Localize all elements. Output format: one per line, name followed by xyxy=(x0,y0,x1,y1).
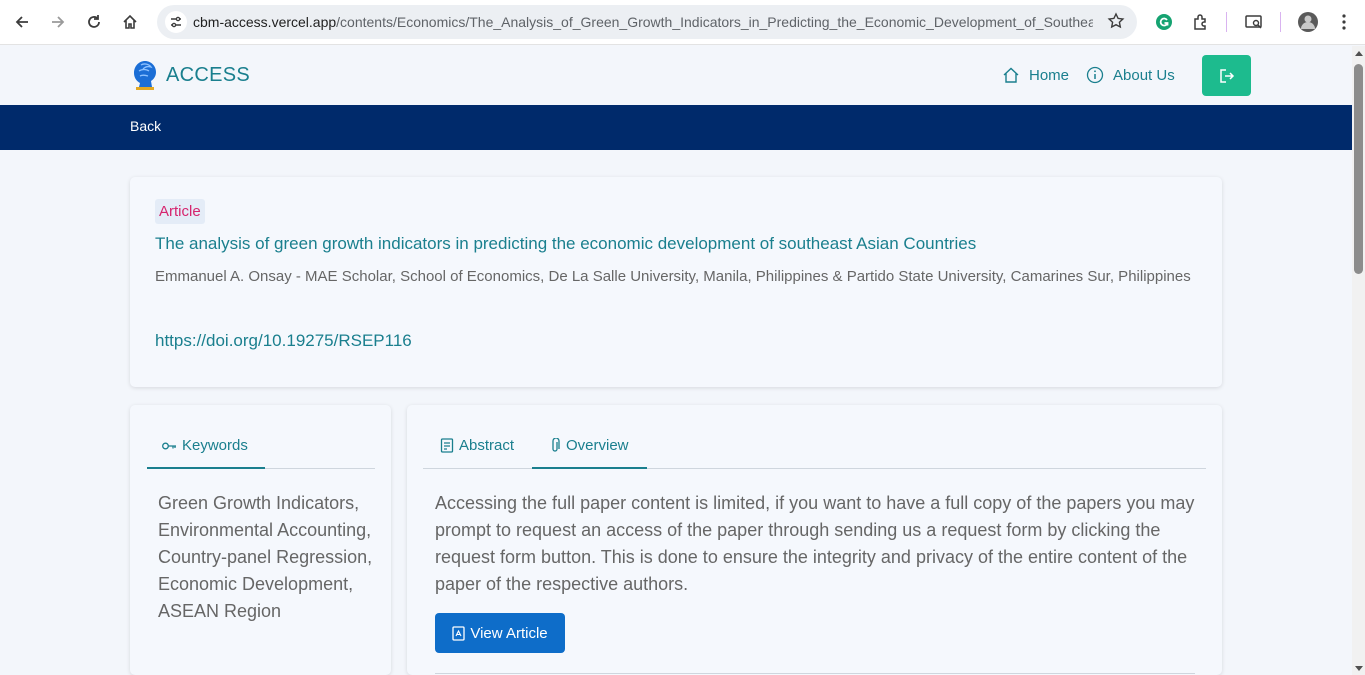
logout-button[interactable] xyxy=(1202,55,1251,96)
url-domain: cbm-access.vercel.app xyxy=(193,14,337,30)
home-icon[interactable] xyxy=(116,8,144,36)
tab-abstract[interactable]: Abstract xyxy=(440,437,514,454)
tab-keywords-label: Keywords xyxy=(182,437,248,454)
cast-icon[interactable] xyxy=(1242,10,1266,34)
doi-link[interactable]: https://doi.org/10.19275/RSEP116 xyxy=(155,331,412,351)
nav-about[interactable]: About Us xyxy=(1086,66,1175,84)
content-divider xyxy=(435,673,1195,674)
tab-abstract-label: Abstract xyxy=(459,437,515,454)
app-header: ACCESS Home About Us xyxy=(0,46,1352,105)
tab-overview[interactable]: Overview xyxy=(549,437,629,454)
article-title: The analysis of green growth indicators … xyxy=(155,234,977,253)
key-icon xyxy=(162,442,176,449)
browser-toolbar: cbm-access.vercel.app/contents/Economics… xyxy=(0,0,1365,45)
scroll-down-arrow-icon[interactable] xyxy=(1355,666,1363,671)
page-scrollbar[interactable] xyxy=(1352,46,1365,675)
back-bar: Back xyxy=(0,105,1352,150)
nav-home-label: Home xyxy=(1029,66,1070,84)
url-path: /contents/Economics/The_Analysis_of_Gree… xyxy=(336,14,1093,30)
tab-active-indicator xyxy=(147,467,265,469)
keywords-card: Keywords Green Growth Indicators, Enviro… xyxy=(130,405,391,675)
house-icon xyxy=(1003,67,1019,83)
tab-overview-label: Overview xyxy=(566,437,629,454)
toolbar-separator xyxy=(1226,12,1227,32)
nav-home[interactable]: Home xyxy=(1002,66,1069,84)
article-card: Article The analysis of green growth ind… xyxy=(130,177,1222,387)
menu-dots-icon[interactable] xyxy=(1332,10,1356,34)
tab-active-indicator xyxy=(532,467,647,469)
access-logo[interactable] xyxy=(131,59,159,91)
reload-icon[interactable] xyxy=(80,8,108,36)
content-card: Abstract Overview Accessing the full pap… xyxy=(407,405,1222,675)
profile-avatar[interactable] xyxy=(1296,10,1320,34)
paperclip-icon xyxy=(552,438,560,452)
toolbar-separator xyxy=(1280,12,1281,32)
view-article-label: View Article xyxy=(470,624,548,642)
star-icon[interactable] xyxy=(1107,12,1125,35)
nav-about-label: About Us xyxy=(1113,66,1175,84)
logout-icon xyxy=(1219,68,1234,83)
tab-keywords[interactable]: Keywords xyxy=(162,437,248,454)
keywords-text: Green Growth Indicators, Environmental A… xyxy=(158,493,373,621)
document-icon xyxy=(440,438,454,453)
back-link[interactable]: Back xyxy=(130,118,161,134)
back-arrow-icon[interactable] xyxy=(8,8,36,36)
grammarly-icon[interactable] xyxy=(1152,10,1176,34)
address-bar[interactable]: cbm-access.vercel.app/contents/Economics… xyxy=(157,5,1137,39)
pdf-icon xyxy=(452,625,466,641)
scroll-thumb[interactable] xyxy=(1354,64,1363,274)
info-icon xyxy=(1086,66,1104,84)
site-settings-icon[interactable] xyxy=(165,11,187,33)
forward-arrow-icon[interactable] xyxy=(44,8,72,36)
view-article-button[interactable]: View Article xyxy=(435,613,565,653)
url-text: cbm-access.vercel.app/contents/Economics… xyxy=(193,14,1093,30)
overview-text: Accessing the full paper content is limi… xyxy=(435,493,1195,594)
brand-name[interactable]: ACCESS xyxy=(166,64,250,87)
article-authors: Emmanuel A. Onsay - MAE Scholar, School … xyxy=(155,268,1191,285)
scroll-up-arrow-icon[interactable] xyxy=(1355,51,1363,56)
article-type-badge: Article xyxy=(155,199,205,224)
extensions-icon[interactable] xyxy=(1189,10,1213,34)
